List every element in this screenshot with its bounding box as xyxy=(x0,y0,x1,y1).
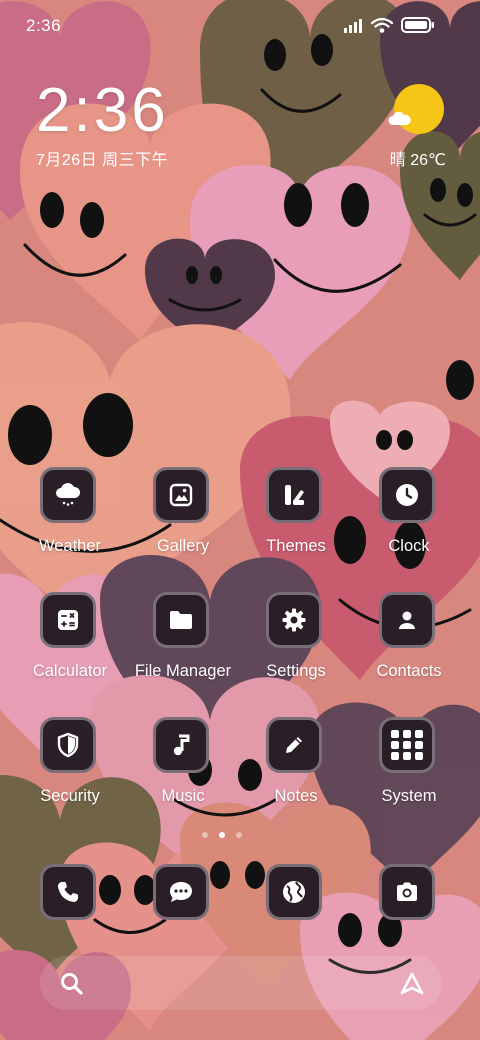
dock-camera[interactable] xyxy=(379,864,435,920)
app-label: Weather xyxy=(38,537,102,555)
cloud-icon xyxy=(388,112,411,125)
app-system-folder[interactable]: System xyxy=(354,717,464,821)
page-dot xyxy=(202,832,208,838)
page-dot xyxy=(236,832,242,838)
shield-icon xyxy=(40,717,96,773)
app-notes[interactable]: Notes xyxy=(241,717,351,821)
app-security[interactable]: Security xyxy=(15,717,125,821)
app-label: Gallery xyxy=(156,537,210,555)
app-label: Clock xyxy=(388,537,430,555)
status-bar: 2:36 xyxy=(0,0,480,50)
app-label: Calculator xyxy=(32,662,108,680)
app-label: File Manager xyxy=(134,662,232,680)
app-label: System xyxy=(381,787,437,805)
dock-messages[interactable] xyxy=(153,864,209,920)
weather-cloud-icon xyxy=(40,467,96,523)
camera-icon xyxy=(397,882,417,901)
contact-icon xyxy=(379,592,435,648)
folder-icon xyxy=(153,592,209,648)
clock-widget[interactable]: 2:36 7月26日 周三下午 xyxy=(36,80,169,170)
themes-icon xyxy=(266,467,322,523)
pencil-icon xyxy=(266,717,322,773)
app-settings[interactable]: Settings xyxy=(241,592,351,696)
gear-icon xyxy=(266,592,322,648)
calculator-icon xyxy=(40,592,96,648)
message-icon xyxy=(170,882,192,902)
app-file-manager[interactable]: File Manager xyxy=(128,592,238,696)
app-label: Notes xyxy=(274,787,318,805)
dock-browser[interactable] xyxy=(266,864,322,920)
weather-text: 晴 26℃ xyxy=(389,152,446,169)
app-calculator[interactable]: Calculator xyxy=(15,592,125,696)
dock-phone[interactable] xyxy=(40,864,96,920)
browser-globe-icon xyxy=(283,881,305,903)
app-weather[interactable]: Weather xyxy=(15,467,125,571)
app-contacts[interactable]: Contacts xyxy=(354,592,464,696)
wifi-icon xyxy=(370,17,394,28)
page-dot-active xyxy=(219,832,225,838)
status-icons xyxy=(344,17,434,33)
signal-icon xyxy=(344,19,362,33)
clock-widget-time: 2:36 xyxy=(36,76,169,145)
app-label: Music xyxy=(161,787,205,805)
phone-icon xyxy=(58,882,78,902)
app-label: Settings xyxy=(266,662,326,680)
assistant-icon[interactable] xyxy=(398,970,426,998)
app-label: Security xyxy=(40,787,100,805)
app-label: Themes xyxy=(266,537,326,555)
gallery-icon xyxy=(153,467,209,523)
app-clock[interactable]: Clock xyxy=(354,467,464,571)
page-indicator[interactable] xyxy=(200,832,250,838)
weather-widget[interactable]: 晴 26℃ xyxy=(356,82,446,172)
app-gallery[interactable]: Gallery xyxy=(128,467,238,571)
search-icon[interactable] xyxy=(58,970,86,998)
battery-icon xyxy=(401,17,434,33)
sun-icon xyxy=(394,84,444,134)
clock-widget-date: 7月26日 周三下午 xyxy=(36,152,169,169)
status-time: 2:36 xyxy=(26,16,62,35)
app-themes[interactable]: Themes xyxy=(241,467,351,571)
app-music[interactable]: Music xyxy=(128,717,238,821)
clock-icon xyxy=(379,467,435,523)
folder-grid-icon xyxy=(379,717,435,773)
app-label: Contacts xyxy=(376,662,442,680)
music-note-icon xyxy=(153,717,209,773)
search-bar[interactable] xyxy=(40,956,442,1010)
